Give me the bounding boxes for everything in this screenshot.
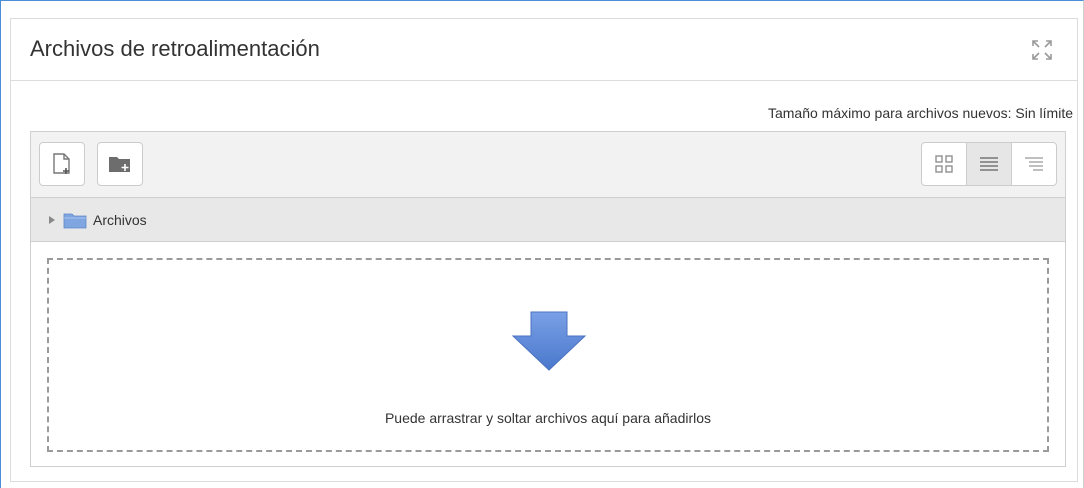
folder-path-bar: Archivos [31, 198, 1065, 242]
grid-view-button[interactable] [922, 143, 967, 185]
list-view-icon [979, 156, 999, 172]
down-arrow-icon [509, 310, 589, 372]
feedback-files-card: Archivos de retroalimentación Tamaño máx… [10, 18, 1078, 482]
create-folder-icon [108, 154, 132, 174]
file-manager-toolbar [31, 132, 1065, 198]
card-title: Archivos de retroalimentación [30, 36, 320, 61]
tree-view-icon [1024, 156, 1044, 172]
tree-view-button[interactable] [1012, 143, 1056, 185]
drop-zone[interactable]: Puede arrastrar y soltar archivos aquí p… [47, 258, 1049, 452]
add-file-button[interactable] [39, 142, 85, 186]
view-mode-group [921, 142, 1057, 186]
expand-caret-icon[interactable] [49, 215, 55, 224]
create-folder-button[interactable] [97, 142, 143, 186]
list-view-button[interactable] [967, 143, 1012, 185]
grid-view-icon [935, 155, 953, 173]
expand-icon[interactable] [1031, 39, 1053, 61]
file-manager: Archivos Puede arrastrar y soltar archiv… [30, 131, 1066, 467]
card-header: Archivos de retroalimentación [11, 19, 1077, 81]
add-file-icon [51, 152, 73, 176]
drop-zone-text: Puede arrastrar y soltar archivos aquí p… [384, 410, 712, 426]
folder-label[interactable]: Archivos [93, 212, 147, 228]
max-size-label: Tamaño máximo para archivos nuevos: Sin … [767, 105, 1073, 121]
folder-icon [63, 211, 87, 229]
